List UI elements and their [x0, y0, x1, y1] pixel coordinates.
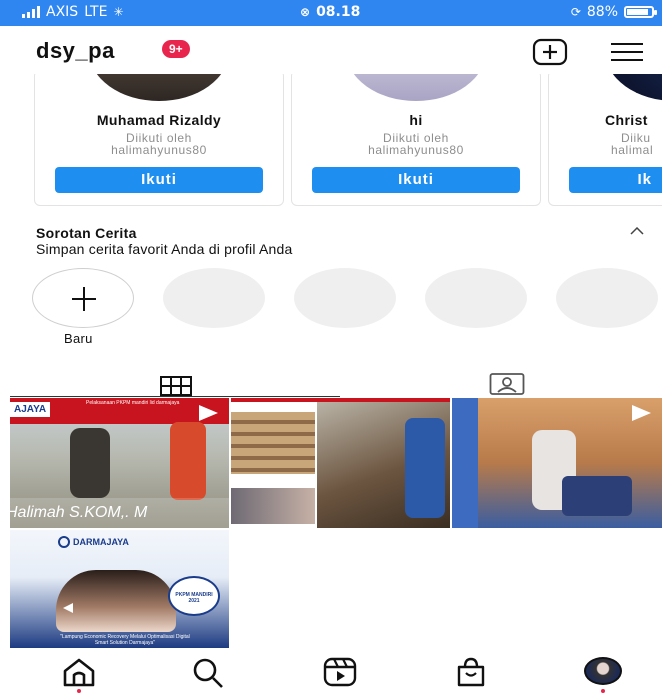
avatar[interactable] [89, 74, 229, 101]
post-thumbnail[interactable] [452, 398, 662, 528]
create-post-icon[interactable] [532, 38, 568, 66]
reel-icon [199, 405, 218, 421]
chevron-up-icon[interactable] [630, 222, 644, 238]
notification-badge[interactable]: 9+ [162, 40, 190, 58]
bottom-navigation [0, 649, 662, 693]
signal-icon [22, 6, 40, 18]
rotation-lock-icon: ⟳ [570, 5, 581, 19]
suggested-card: Muhamad Rizaldy Diikuti oleh halimahyunu… [34, 74, 284, 206]
suggested-accounts: Muhamad Rizaldy Diikuti oleh halimahyunu… [0, 74, 662, 208]
avatar[interactable] [605, 74, 662, 101]
post-brand: DARMAJAYA [73, 537, 129, 547]
home-indicator-dot [77, 689, 81, 693]
status-center: ⊗ 08.18 [300, 4, 360, 20]
post-thumbnail[interactable] [231, 398, 450, 528]
data-activity-icon: ✳ [113, 5, 124, 19]
tagged-tab-icon[interactable] [489, 366, 525, 402]
battery-icon [624, 6, 657, 18]
carrier-label: AXIS [46, 4, 79, 20]
followed-by-user: halimahyunus80 [111, 143, 207, 157]
highlights-subtitle: Simpan cerita favorit Anda di profil And… [36, 241, 293, 257]
status-bar: AXIS LTE ✳ ⊗ 08.18 ⟳ 88% [0, 0, 662, 26]
profile-header: dsy_pa 9+ [0, 26, 662, 74]
account-name[interactable]: Christ [605, 112, 648, 128]
clock: 08.18 [316, 4, 361, 20]
status-right: ⟳ 88% [570, 4, 657, 20]
link-icon: ⊗ [300, 5, 311, 19]
account-name[interactable]: Muhamad Rizaldy [35, 112, 283, 128]
highlight-placeholder [294, 268, 396, 328]
reel-icon [632, 405, 651, 421]
highlight-placeholder [556, 268, 658, 328]
suggested-card: hi Diikuti oleh halimahyunus80 Ikuti [291, 74, 541, 206]
followed-by-user: halimal [611, 143, 654, 157]
followed-by-user: halimahyunus80 [368, 143, 464, 157]
active-tab-indicator [10, 396, 340, 397]
highlights-title: Sorotan Cerita [36, 225, 137, 241]
new-highlight-button[interactable] [32, 268, 134, 328]
status-left: AXIS LTE ✳ [22, 4, 124, 20]
post-thumbnail[interactable]: DARMAJAYA PKPM MANDIRI 2021 "Lampung Eco… [10, 530, 229, 648]
avatar[interactable] [346, 74, 486, 101]
home-icon[interactable] [62, 657, 96, 687]
highlight-placeholder [163, 268, 265, 328]
network-label: LTE [84, 4, 108, 20]
menu-icon[interactable] [610, 42, 644, 62]
battery-percent: 88% [586, 4, 618, 20]
post-thumbnail[interactable]: AJAYA Pelaksanaan PKPM mandiri lid darma… [10, 398, 229, 528]
follow-button[interactable]: Ikuti [55, 167, 263, 193]
search-icon[interactable] [192, 657, 224, 689]
pkpm-badge: PKPM MANDIRI 2021 [168, 576, 220, 616]
brand-logo-icon [58, 536, 70, 548]
suggested-card: Christ Diiku halimal Ik [548, 74, 662, 206]
follow-button[interactable]: Ik [569, 167, 662, 193]
shop-icon[interactable] [455, 657, 487, 687]
battery-fill [627, 9, 648, 15]
new-highlight-label: Baru [64, 331, 93, 346]
reel-indicator-icon [63, 603, 73, 613]
profile-avatar[interactable] [584, 657, 622, 685]
follow-button[interactable]: Ikuti [312, 167, 520, 193]
account-name[interactable]: hi [292, 112, 540, 128]
highlight-placeholder [425, 268, 527, 328]
username[interactable]: dsy_pa [36, 38, 115, 64]
profile-indicator-dot [601, 689, 605, 693]
post-caption: "Lampung Economic Recovery Melalui Optim… [60, 634, 190, 646]
post-caption: Halimah S.KOM,. M [10, 504, 148, 521]
reels-icon[interactable] [323, 657, 357, 687]
post-banner: AJAYA [10, 402, 51, 417]
